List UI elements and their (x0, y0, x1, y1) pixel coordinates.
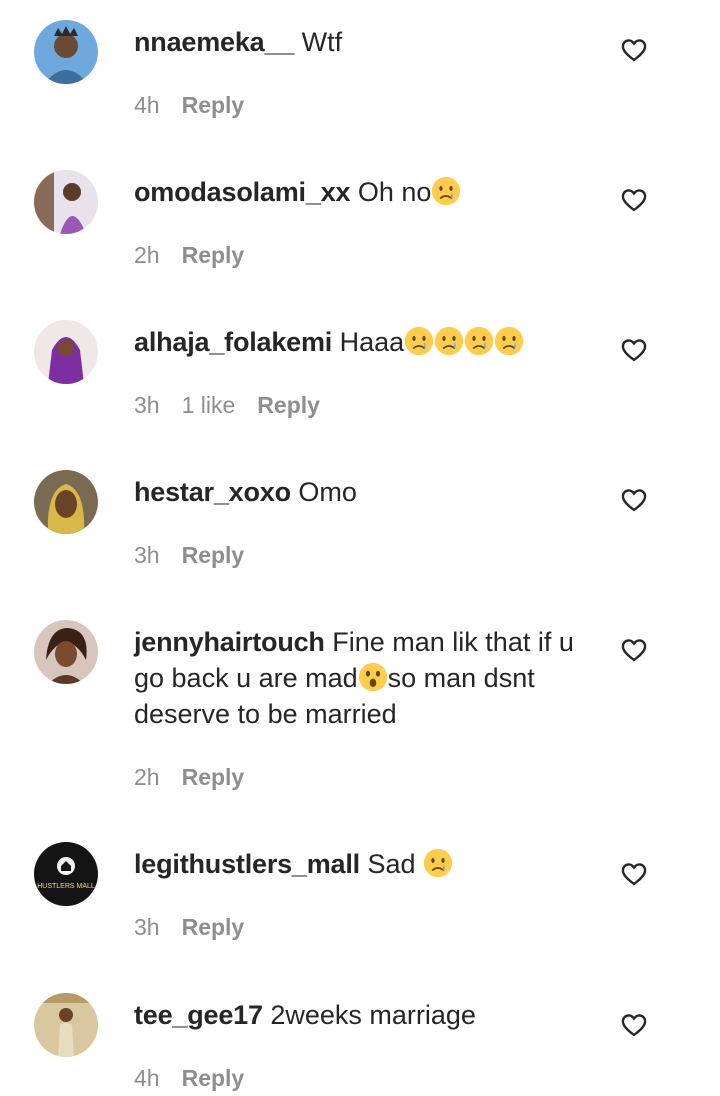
crying-face-emoji (423, 848, 453, 878)
avatar[interactable] (34, 20, 98, 84)
comment-text: alhaja_folakemi Haaa (134, 324, 604, 360)
comment-time: 4h (134, 92, 160, 118)
comment-time: 3h (134, 542, 160, 568)
heart-outline-icon[interactable] (620, 36, 648, 64)
reply-button[interactable]: Reply (257, 392, 320, 419)
comment-text: hestar_xoxo Omo (134, 474, 604, 510)
comment-message: Haaa (339, 327, 405, 357)
reply-button[interactable]: Reply (182, 1065, 245, 1092)
comment-username[interactable]: omodasolami_xx (134, 177, 350, 207)
comment-meta: 2h Reply (134, 764, 244, 791)
comment-time: 3h (134, 392, 160, 418)
comment-meta: 3h Reply (134, 542, 244, 569)
comment-username[interactable]: legithustlers_mall (134, 849, 360, 879)
avatar[interactable] (34, 620, 98, 684)
comment-meta: 3h Reply (134, 914, 244, 941)
heart-outline-icon[interactable] (620, 860, 648, 888)
heart-outline-icon[interactable] (620, 336, 648, 364)
comment-like-count[interactable]: 1 like (182, 392, 236, 419)
comment-meta: 3h 1 like Reply (134, 392, 320, 419)
avatar-logo-text: HUSTLERS MALL (37, 883, 95, 890)
comment-text: tee_gee17 2weeks marriage (134, 997, 604, 1033)
heart-outline-icon[interactable] (620, 486, 648, 514)
heart-outline-icon[interactable] (620, 1011, 648, 1039)
comment-message: 2weeks marriage (270, 1000, 476, 1030)
comment-text: legithustlers_mall Sad (134, 846, 604, 882)
avatar[interactable] (34, 993, 98, 1057)
comment-meta: 4h Reply (134, 1065, 244, 1092)
reply-button[interactable]: Reply (182, 914, 245, 941)
comment-message: Wtf (301, 27, 343, 57)
comment-username[interactable]: tee_gee17 (134, 1000, 263, 1030)
heart-outline-icon[interactable] (620, 636, 648, 664)
comment-message: Sad (367, 849, 424, 879)
reply-button[interactable]: Reply (182, 764, 245, 791)
crying-face-emoji (405, 326, 434, 356)
reply-button[interactable]: Reply (182, 92, 245, 119)
comment-username[interactable]: nnaemeka__ (134, 27, 294, 57)
avatar[interactable] (34, 470, 98, 534)
comment-username[interactable]: jennyhairtouch (134, 627, 325, 657)
comment-meta: 2h Reply (134, 242, 244, 269)
comment-time: 4h (134, 1065, 160, 1091)
comment-time: 3h (134, 914, 160, 940)
crying-face-emoji (435, 326, 464, 356)
heart-outline-icon[interactable] (620, 186, 648, 214)
reply-button[interactable]: Reply (182, 542, 245, 569)
comment-meta: 4h Reply (134, 92, 244, 119)
reply-button[interactable]: Reply (182, 242, 245, 269)
astonished-face-emoji (358, 662, 387, 692)
comment-message: Omo (298, 477, 357, 507)
comment-time: 2h (134, 764, 160, 790)
comment-time: 2h (134, 242, 160, 268)
comment-text: nnaemeka__ Wtf (134, 24, 604, 60)
comment-username[interactable]: hestar_xoxo (134, 477, 291, 507)
comment-message: Oh no (357, 177, 432, 207)
comment-text: jennyhairtouch Fine man lik that if u go… (134, 624, 604, 732)
comment-text: omodasolami_xx Oh no (134, 174, 604, 210)
crying-face-emoji (465, 326, 494, 356)
crying-face-emoji (495, 326, 524, 356)
crying-face-emoji (432, 176, 461, 206)
avatar[interactable]: HUSTLERS MALL (34, 842, 98, 906)
comment-username[interactable]: alhaja_folakemi (134, 327, 332, 357)
avatar[interactable] (34, 170, 98, 234)
avatar[interactable] (34, 320, 98, 384)
